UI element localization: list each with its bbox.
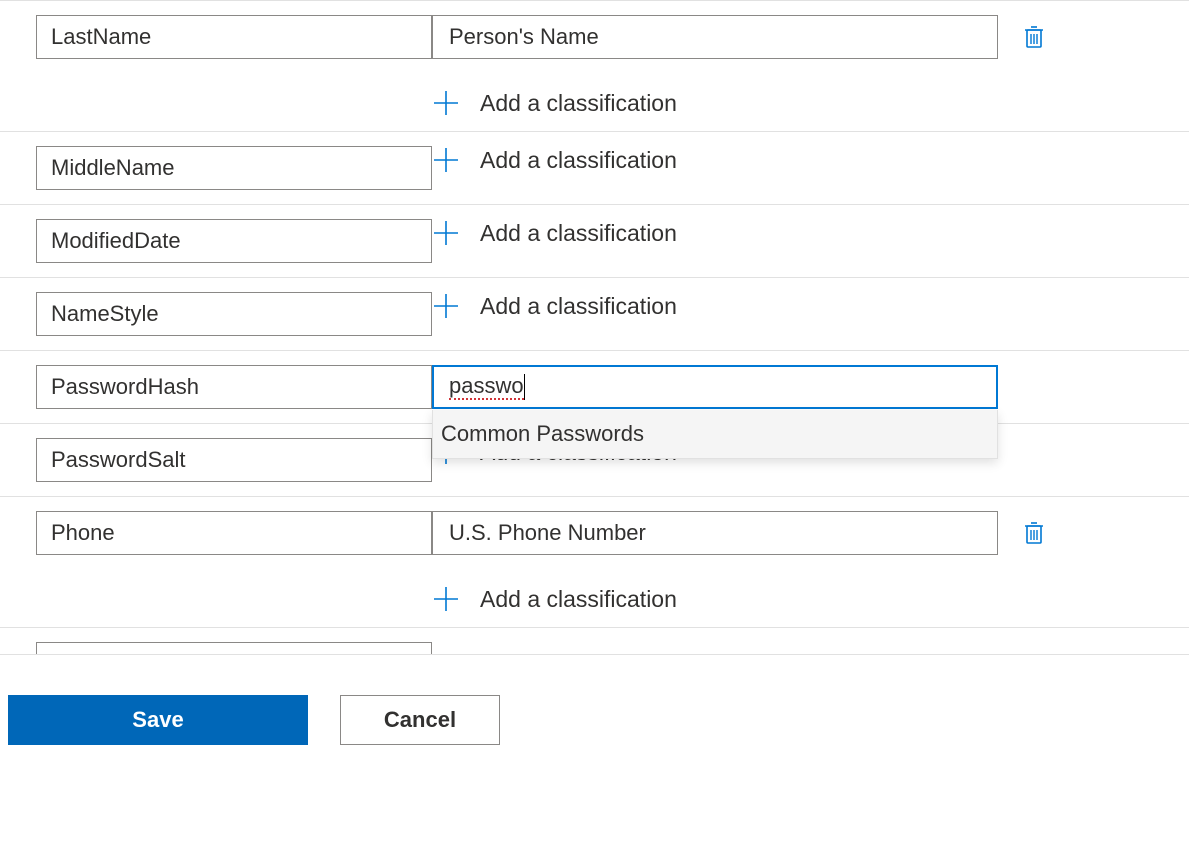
add-classification-label: Add a classification (480, 90, 677, 117)
classification-suggestions-dropdown: Common Passwords (432, 410, 998, 459)
plus-icon (432, 89, 460, 117)
add-classification-label: Add a classification (480, 147, 677, 174)
column-name-box: ModifiedDate (36, 219, 432, 263)
add-classification-label: Add a classification (480, 293, 677, 320)
classification-input[interactable]: Person's Name (432, 15, 998, 59)
row-passwordhash: PasswordHash passwo Common Passwords (0, 351, 1189, 424)
column-name-box: PasswordSalt (36, 438, 432, 482)
schema-rows: LastName Person's Name Add a classificat… (0, 0, 1189, 654)
column-name-box-peek (36, 642, 432, 654)
delete-classification-button[interactable] (1014, 15, 1054, 59)
add-classification-button[interactable]: Add a classification (432, 585, 677, 613)
row-middlename: MiddleName Add a classification (0, 132, 1189, 205)
footer: Save Cancel (0, 654, 1189, 765)
classification-input-active[interactable]: passwo (432, 365, 998, 409)
column-name-box: Phone (36, 511, 432, 555)
trash-icon (1023, 24, 1045, 50)
add-classification-button[interactable]: Add a classification (432, 89, 677, 117)
plus-icon (432, 219, 460, 247)
suggestion-item[interactable]: Common Passwords (433, 410, 997, 458)
column-name-box: LastName (36, 15, 432, 59)
add-classification-label: Add a classification (480, 220, 677, 247)
plus-icon (432, 146, 460, 174)
column-name-box: NameStyle (36, 292, 432, 336)
row-lastname: LastName Person's Name Add a classificat… (0, 1, 1189, 132)
row-namestyle: NameStyle Add a classification (0, 278, 1189, 351)
row-modifieddate: ModifiedDate Add a classification (0, 205, 1189, 278)
save-button[interactable]: Save (8, 695, 308, 745)
typed-text: passwo (449, 374, 524, 399)
add-classification-button[interactable]: Add a classification (432, 292, 677, 320)
plus-icon (432, 585, 460, 613)
add-classification-button[interactable]: Add a classification (432, 219, 677, 247)
delete-classification-button[interactable] (1014, 511, 1054, 555)
add-classification-button[interactable]: Add a classification (432, 146, 677, 174)
trash-icon (1023, 520, 1045, 546)
row-phone: Phone U.S. Phone Number Add a classifica… (0, 497, 1189, 628)
cancel-button[interactable]: Cancel (340, 695, 500, 745)
column-name-box: MiddleName (36, 146, 432, 190)
plus-icon (432, 292, 460, 320)
column-name-box: PasswordHash (36, 365, 432, 409)
add-classification-label: Add a classification (480, 586, 677, 613)
text-caret (524, 374, 525, 400)
row-peek (0, 628, 1189, 654)
classification-input[interactable]: U.S. Phone Number (432, 511, 998, 555)
